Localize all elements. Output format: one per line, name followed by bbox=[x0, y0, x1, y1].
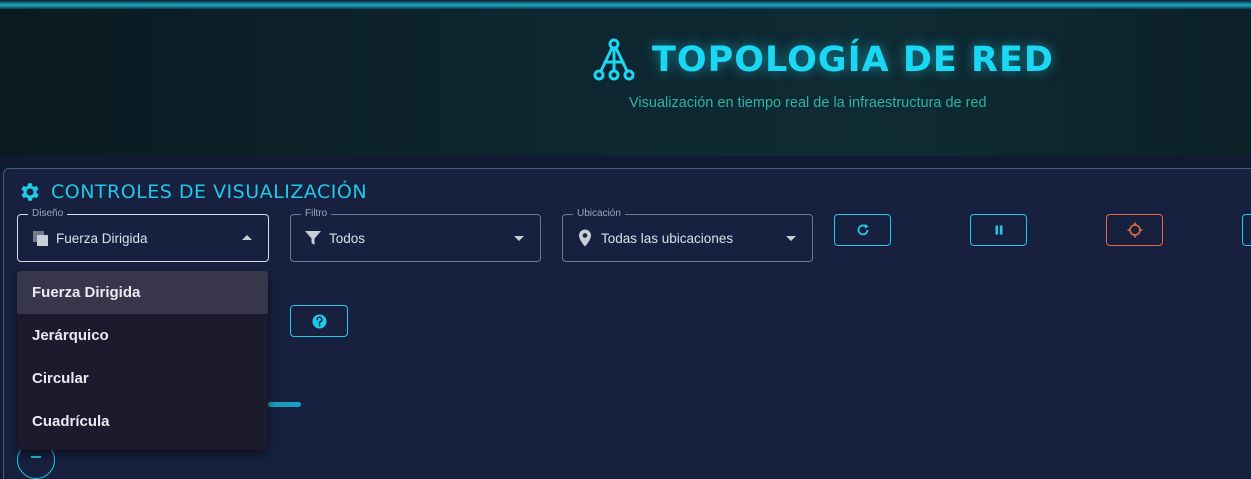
help-icon bbox=[312, 314, 326, 328]
top-accent-bar bbox=[0, 0, 1251, 9]
location-pin-icon bbox=[579, 229, 591, 247]
layers-icon bbox=[33, 231, 48, 246]
title-row: TOPOLOGÍA DE RED bbox=[590, 36, 1054, 84]
location-select[interactable]: Ubicación Todas las ubicaciones bbox=[562, 208, 813, 262]
chevron-down-icon bbox=[786, 236, 796, 241]
location-select-label: Ubicación bbox=[573, 208, 625, 220]
filter-icon bbox=[305, 231, 321, 245]
controls-panel-title: CONTROLES DE VISUALIZACIÓN bbox=[51, 181, 368, 203]
layout-select-value: Fuerza Dirigida bbox=[56, 230, 148, 246]
filter-select-value: Todos bbox=[329, 230, 366, 246]
layout-option-force[interactable]: Fuerza Dirigida bbox=[17, 271, 268, 314]
help-button[interactable] bbox=[290, 305, 348, 337]
network-tree-icon bbox=[593, 38, 635, 81]
overflow-button[interactable] bbox=[1242, 214, 1251, 246]
focus-button[interactable] bbox=[1106, 214, 1163, 246]
layout-select[interactable]: Diseño Fuerza Dirigida bbox=[17, 208, 269, 262]
pause-button[interactable] bbox=[970, 214, 1027, 246]
location-select-value: Todas las ubicaciones bbox=[601, 230, 734, 246]
page-subtitle: Visualización en tiempo real de la infra… bbox=[629, 95, 987, 111]
chevron-up-icon bbox=[242, 235, 252, 240]
gear-icon bbox=[21, 183, 39, 201]
minus-icon bbox=[31, 456, 41, 458]
layout-option-hierarchical[interactable]: Jerárquico bbox=[17, 314, 268, 357]
layout-option-grid[interactable]: Cuadrícula bbox=[17, 400, 268, 443]
pause-icon bbox=[995, 225, 1002, 235]
chevron-down-icon bbox=[514, 236, 524, 241]
layout-dropdown-menu: Fuerza Dirigida Jerárquico Circular Cuad… bbox=[17, 271, 268, 450]
filter-select-label: Filtro bbox=[301, 208, 332, 220]
page-title: TOPOLOGÍA DE RED bbox=[652, 40, 1054, 80]
refresh-button[interactable] bbox=[834, 214, 891, 246]
controls-panel-header: CONTROLES DE VISUALIZACIÓN bbox=[18, 180, 367, 204]
filter-select[interactable]: Filtro Todos bbox=[290, 208, 541, 262]
crosshair-icon bbox=[1127, 222, 1142, 238]
layout-option-circular[interactable]: Circular bbox=[17, 357, 268, 400]
progress-indicator bbox=[268, 402, 301, 407]
refresh-icon bbox=[857, 224, 868, 236]
layout-select-label: Diseño bbox=[28, 208, 68, 220]
